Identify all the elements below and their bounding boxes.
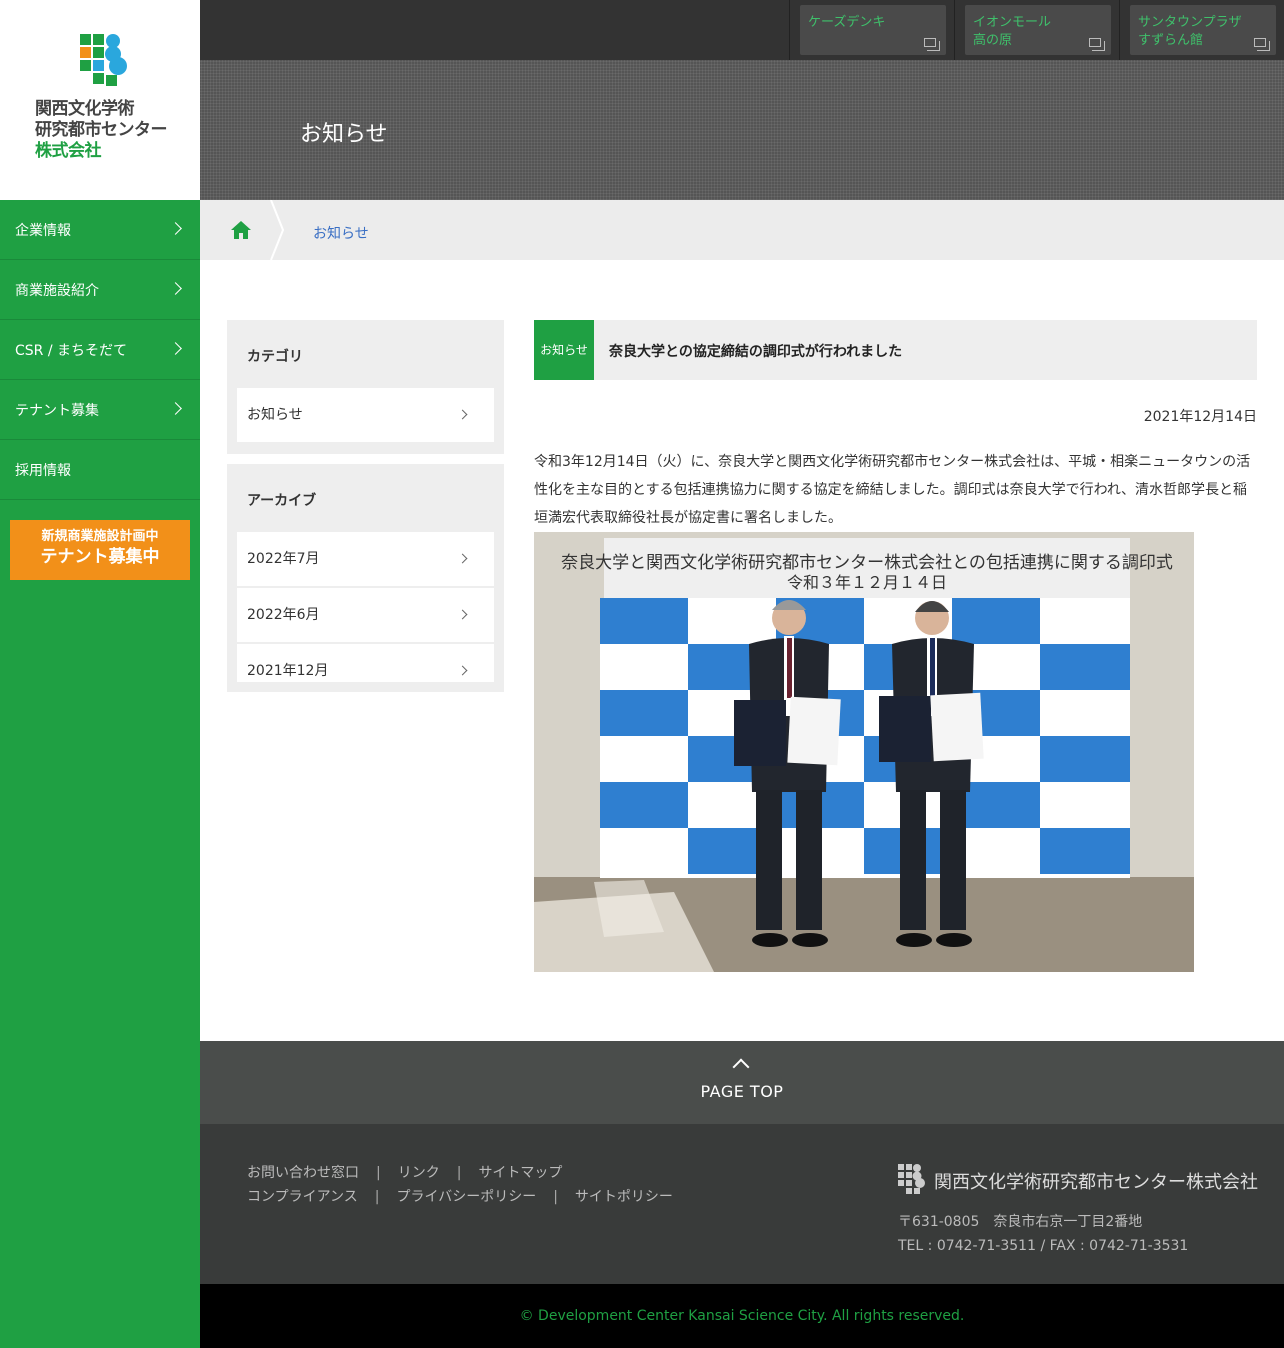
footer-link-site-policy[interactable]: サイトポリシー xyxy=(575,1189,673,1205)
divider xyxy=(789,0,790,60)
archive-panel: アーカイブ 2022年7月 2022年6月 2021年12月 xyxy=(227,464,504,692)
sidebar-item-recruit[interactable]: 採用情報 xyxy=(0,440,200,500)
photo-banner-line-1: 奈良大学と関西文化学術研究都市センター株式会社との包括連携に関する調印式 xyxy=(561,553,1173,572)
sidebar-item-csr[interactable]: CSR / まちそだて xyxy=(0,320,200,380)
divider: | xyxy=(553,1189,558,1205)
store-link-aeonmall[interactable]: イオンモール 高の原 xyxy=(965,5,1111,55)
sidebar-item-label: 商業施設紹介 xyxy=(15,282,99,299)
page-top-button[interactable]: PAGE TOP xyxy=(200,1041,1284,1124)
sidebar: 関西文化学術 研究都市センター 株式会社 企業情報 商業施設紹介 CSR / ま… xyxy=(0,0,200,1348)
footer-logo-icon xyxy=(898,1164,925,1194)
breadcrumb-current[interactable]: お知らせ xyxy=(313,223,369,243)
store-name: イオンモール xyxy=(973,15,1052,30)
article-category-badge: お知らせ xyxy=(534,320,594,380)
archive-heading: アーカイブ xyxy=(247,493,317,509)
store-name: ケーズデンキ xyxy=(808,15,886,30)
footer-link-sitemap[interactable]: サイトマップ xyxy=(478,1165,562,1181)
divider xyxy=(1119,0,1120,60)
article-header: お知らせ 奈良大学との協定締結の調印式が行われました xyxy=(534,320,1257,380)
store-name-sub: すずらん館 xyxy=(1138,33,1204,48)
article-photo: 奈良大学と関西文化学術研究都市センター株式会社との包括連携に関する調印式 令和３… xyxy=(534,532,1194,972)
archive-item[interactable]: 2022年6月 xyxy=(237,588,494,642)
archive-item-label: 2022年7月 xyxy=(247,551,320,567)
footer-company-name: 関西文化学術研究都市センター株式会社 xyxy=(934,1172,1258,1193)
logo-line-2: 研究都市センター xyxy=(35,120,168,140)
divider xyxy=(954,0,955,60)
external-link-icon xyxy=(924,38,940,51)
logo[interactable]: 関西文化学術 研究都市センター 株式会社 xyxy=(0,0,200,200)
tenant-recruit-banner[interactable]: 新規商業施設計画中 テナント募集中 xyxy=(10,520,190,580)
top-bar: ケーズデンキ イオンモール 高の原 サンタウンプラザ すずらん館 xyxy=(200,0,1284,60)
breadcrumb-home[interactable] xyxy=(200,200,280,260)
footer-address: 〒631-0805 奈良市右京一丁目2番地 xyxy=(898,1214,1143,1230)
divider: | xyxy=(374,1189,380,1205)
chevron-right-icon xyxy=(169,342,182,355)
category-item-label: お知らせ xyxy=(247,407,303,423)
footer-link-links[interactable]: リンク xyxy=(398,1165,440,1181)
chevron-right-icon xyxy=(457,409,468,420)
divider: | xyxy=(376,1165,381,1181)
chevron-right-icon xyxy=(169,282,182,295)
banner-line-2: テナント募集中 xyxy=(40,547,160,567)
sidebar-item-facilities[interactable]: 商業施設紹介 xyxy=(0,260,200,320)
store-name: サンタウンプラザ xyxy=(1138,15,1242,30)
archive-item-label: 2021年12月 xyxy=(247,663,329,679)
external-link-icon xyxy=(1254,38,1270,51)
breadcrumb: お知らせ xyxy=(200,200,1284,260)
chevron-up-icon xyxy=(732,1058,750,1076)
store-link-ksdenki[interactable]: ケーズデンキ xyxy=(800,5,946,55)
footer-tel-fax: TEL : 0742-71-3511 / FAX : 0742-71-3531 xyxy=(898,1238,1189,1254)
category-heading: カテゴリ xyxy=(247,349,303,365)
external-link-icon xyxy=(1089,38,1105,51)
footer-address-block: 〒631-0805 奈良市右京一丁目2番地 TEL : 0742-71-3511… xyxy=(898,1210,1188,1258)
copyright: © Development Center Kansai Science City… xyxy=(200,1284,1284,1348)
sidebar-item-label: 採用情報 xyxy=(15,462,71,479)
page-title: お知らせ xyxy=(300,122,388,147)
logo-text: 関西文化学術 研究都市センター 株式会社 xyxy=(35,99,168,162)
logo-line-1: 関西文化学術 xyxy=(35,99,135,119)
category-item[interactable]: お知らせ xyxy=(237,388,494,442)
archive-item[interactable]: 2021年12月 xyxy=(237,644,494,682)
footer-company: 関西文化学術研究都市センター株式会社 〒631-0805 奈良市右京一丁目2番地… xyxy=(898,1164,1258,1254)
archive-item[interactable]: 2022年7月 xyxy=(237,532,494,586)
footer-link-compliance[interactable]: コンプライアンス xyxy=(247,1189,358,1205)
sidebar-item-company[interactable]: 企業情報 xyxy=(0,200,200,260)
logo-line-3: 株式会社 xyxy=(35,141,102,161)
banner-line-1: 新規商業施設計画中 xyxy=(41,529,159,544)
store-link-suntownplaza[interactable]: サンタウンプラザ すずらん館 xyxy=(1130,5,1276,55)
divider: | xyxy=(456,1165,462,1181)
footer: お問い合わせ窓口 | リンク | サイトマップ コンプライアンス | プライバシーポリシー |… xyxy=(200,1124,1284,1284)
sidebar-item-label: CSR / まちそだて xyxy=(15,342,128,359)
sidebar-item-label: 企業情報 xyxy=(15,222,71,239)
archive-item-label: 2022年6月 xyxy=(247,607,320,623)
chevron-right-icon xyxy=(169,402,182,415)
store-name-sub: 高の原 xyxy=(973,33,1013,48)
chevron-right-icon xyxy=(457,609,468,620)
article-date: 2021年12月14日 xyxy=(1143,409,1257,425)
category-panel: カテゴリ お知らせ xyxy=(227,320,504,454)
home-icon xyxy=(231,221,251,239)
footer-links: お問い合わせ窓口 | リンク | サイトマップ コンプライアンス | プライバシーポリシー |… xyxy=(247,1161,673,1209)
sidebar-item-label: テナント募集 xyxy=(15,402,99,419)
article-title: 奈良大学との協定締結の調印式が行われました xyxy=(609,344,903,360)
page-hero: お知らせ xyxy=(200,60,1284,200)
footer-link-contact[interactable]: お問い合わせ窓口 xyxy=(247,1165,359,1181)
footer-link-privacy[interactable]: プライバシーポリシー xyxy=(396,1189,536,1205)
chevron-right-icon xyxy=(457,553,468,564)
article-body: 令和3年12月14日（火）に、奈良大学と関西文化学術研究都市センター株式会社は、… xyxy=(534,454,1251,526)
photo-banner-line-2: 令和３年１２月１４日 xyxy=(787,574,947,592)
logo-mark-icon xyxy=(80,34,127,86)
chevron-right-icon xyxy=(169,222,182,235)
breadcrumb-separator xyxy=(270,200,284,260)
chevron-right-icon xyxy=(457,665,468,676)
page-top-label: PAGE TOP xyxy=(700,1082,784,1101)
sidebar-item-tenant[interactable]: テナント募集 xyxy=(0,380,200,440)
